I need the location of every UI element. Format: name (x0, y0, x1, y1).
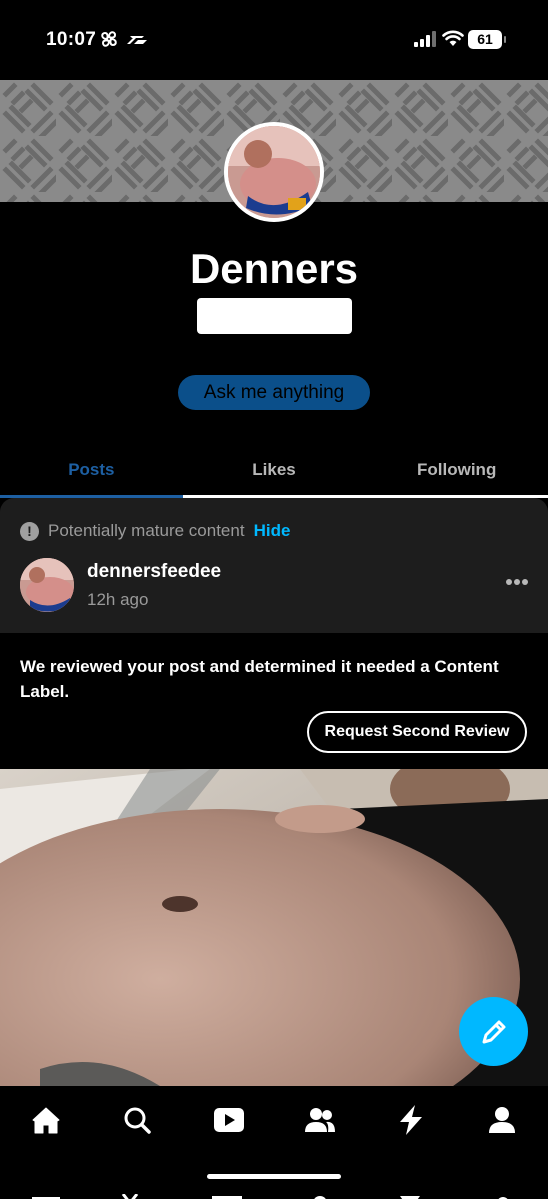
nav-community[interactable] (300, 1103, 340, 1137)
more-options-icon[interactable] (505, 578, 529, 586)
community-icon (305, 1108, 335, 1132)
wifi-icon (442, 30, 464, 46)
video-icon (214, 1108, 244, 1132)
post-card (0, 498, 548, 633)
status-bar: 10:07 61 (0, 0, 548, 80)
tab-posts[interactable]: Posts (0, 448, 183, 498)
nav-activity[interactable] (391, 1103, 431, 1137)
blog-description-redacted (197, 298, 352, 334)
request-second-review-button[interactable]: Request Second Review (307, 711, 527, 753)
blog-avatar[interactable] (224, 122, 324, 222)
tab-following[interactable]: Following (365, 448, 548, 498)
content-label-notice: We reviewed your post and determined it … (20, 657, 499, 701)
home-icon (32, 1107, 60, 1134)
f1-logo-icon (127, 36, 147, 44)
status-time: 10:07 (46, 29, 97, 50)
cellular-signal-icon (414, 31, 436, 47)
post-username[interactable]: dennersfeedee (87, 561, 221, 583)
profile-tabs: Posts Likes Following (0, 448, 548, 498)
bottom-navigation (0, 1086, 548, 1199)
tab-likes[interactable]: Likes (183, 448, 366, 498)
nav-account[interactable] (482, 1103, 522, 1137)
hide-button[interactable]: Hide (254, 521, 291, 541)
activity-icon (400, 1105, 422, 1135)
bottom-peek (0, 1190, 548, 1199)
pencil-icon (482, 1020, 505, 1043)
mature-content-text: Potentially mature content (48, 521, 245, 540)
blog-title: Denners (189, 245, 359, 292)
account-icon (489, 1107, 515, 1133)
nav-home[interactable] (26, 1103, 66, 1137)
battery-icon: 61 (468, 30, 506, 49)
post-timestamp: 12h ago (87, 590, 149, 609)
post-avatar[interactable] (20, 558, 74, 612)
ask-me-anything-button[interactable]: Ask me anything (178, 375, 370, 410)
nav-search[interactable] (117, 1103, 157, 1137)
fan-icon (101, 31, 117, 47)
nav-video[interactable] (209, 1103, 249, 1137)
search-icon (124, 1107, 151, 1134)
info-icon: ! (20, 521, 39, 541)
home-indicator (207, 1174, 341, 1179)
compose-post-button[interactable] (459, 997, 528, 1066)
mature-content-banner: ! Potentially mature content Hide (20, 521, 290, 541)
